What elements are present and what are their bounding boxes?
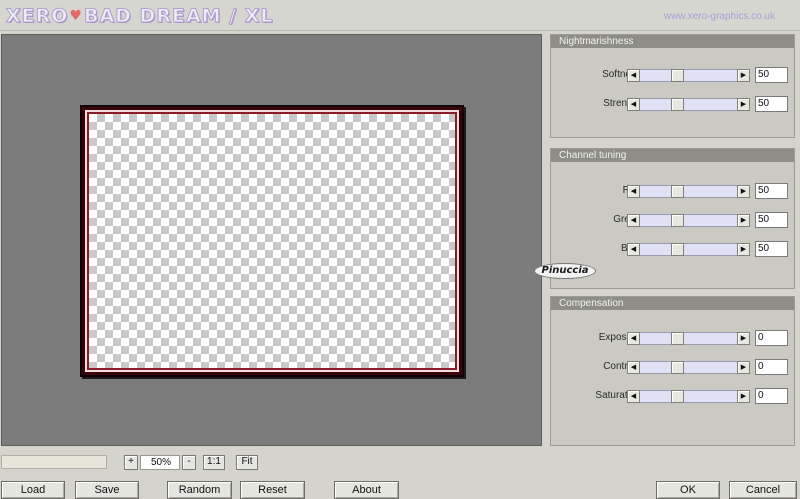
app-logo: XERO♥BAD DREAM / XL <box>5 5 274 28</box>
arrow-right-icon[interactable]: ▶ <box>737 390 750 403</box>
cancel-button[interactable]: Cancel <box>729 481 797 499</box>
param-row-green: Green ◀ ▶ 50 <box>551 212 796 228</box>
param-row-exposure: Exposure ◀ ▶ 0 <box>551 330 796 346</box>
zoom-in-button[interactable]: + <box>124 455 138 470</box>
arrow-left-icon[interactable]: ◀ <box>627 243 640 256</box>
exposure-slider[interactable]: ◀ ▶ <box>627 332 750 345</box>
slider-thumb[interactable] <box>671 214 684 227</box>
blue-slider[interactable]: ◀ ▶ <box>627 243 750 256</box>
slider-thumb[interactable] <box>671 332 684 345</box>
strength-value[interactable]: 50 <box>755 96 788 112</box>
arrow-left-icon[interactable]: ◀ <box>627 390 640 403</box>
arrow-left-icon[interactable]: ◀ <box>627 361 640 374</box>
red-value[interactable]: 50 <box>755 183 788 199</box>
contrast-slider[interactable]: ◀ ▶ <box>627 361 750 374</box>
zoom-out-button[interactable]: - <box>182 455 196 470</box>
green-slider[interactable]: ◀ ▶ <box>627 214 750 227</box>
param-row-softness: Softness ◀ ▶ 50 <box>551 67 796 83</box>
frame-border <box>85 110 459 372</box>
exposure-value[interactable]: 0 <box>755 330 788 346</box>
slider-thumb[interactable] <box>671 361 684 374</box>
arrow-right-icon[interactable]: ▶ <box>737 185 750 198</box>
arrow-right-icon[interactable]: ▶ <box>737 69 750 82</box>
param-row-contrast: Contrast ◀ ▶ 0 <box>551 359 796 375</box>
transparency-checkerboard <box>89 114 455 368</box>
preview-image-frame <box>80 105 464 377</box>
panel-title: Compensation <box>551 297 794 310</box>
saturation-value[interactable]: 0 <box>755 388 788 404</box>
saturation-slider[interactable]: ◀ ▶ <box>627 390 750 403</box>
contrast-value[interactable]: 0 <box>755 359 788 375</box>
green-value[interactable]: 50 <box>755 212 788 228</box>
progress-field <box>1 455 107 469</box>
logo-text-xero: XERO <box>5 5 69 28</box>
arrow-left-icon[interactable]: ◀ <box>627 185 640 198</box>
param-row-saturation: Saturation ◀ ▶ 0 <box>551 388 796 404</box>
slider-thumb[interactable] <box>671 390 684 403</box>
panel-title: Channel tuning <box>551 149 794 162</box>
heart-icon: ♥ <box>69 8 83 24</box>
arrow-left-icon[interactable]: ◀ <box>627 69 640 82</box>
param-row-red: Red ◀ ▶ 50 <box>551 183 796 199</box>
random-button[interactable]: Random <box>167 481 232 499</box>
panel-title: Nightmarishness <box>551 35 794 48</box>
save-button[interactable]: Save <box>75 481 139 499</box>
softness-value[interactable]: 50 <box>755 67 788 83</box>
ok-button[interactable]: OK <box>656 481 720 499</box>
arrow-right-icon[interactable]: ▶ <box>737 332 750 345</box>
arrow-left-icon[interactable]: ◀ <box>627 214 640 227</box>
signature-badge: Pinuccia <box>534 263 596 279</box>
slider-thumb[interactable] <box>671 185 684 198</box>
site-link[interactable]: www.xero-graphics.co.uk <box>664 11 775 22</box>
zoom-level-field[interactable]: 50% <box>140 455 180 470</box>
arrow-right-icon[interactable]: ▶ <box>737 361 750 374</box>
red-slider[interactable]: ◀ ▶ <box>627 185 750 198</box>
panel-compensation: Compensation Exposure ◀ ▶ 0 Contrast ◀ ▶… <box>550 296 795 446</box>
arrow-left-icon[interactable]: ◀ <box>627 332 640 345</box>
about-button[interactable]: About <box>334 481 399 499</box>
reset-button[interactable]: Reset <box>240 481 305 499</box>
slider-thumb[interactable] <box>671 69 684 82</box>
slider-thumb[interactable] <box>671 243 684 256</box>
panel-nightmarishness: Nightmarishness Softness ◀ ▶ 50 Strength… <box>550 34 795 138</box>
softness-slider[interactable]: ◀ ▶ <box>627 69 750 82</box>
zoom-fit-button[interactable]: Fit <box>236 455 258 470</box>
logo-text-bad-dream: BAD DREAM / XL <box>83 5 274 28</box>
arrow-right-icon[interactable]: ▶ <box>737 214 750 227</box>
load-button[interactable]: Load <box>1 481 65 499</box>
param-row-blue: Blue ◀ ▶ 50 <box>551 241 796 257</box>
arrow-left-icon[interactable]: ◀ <box>627 98 640 111</box>
strength-slider[interactable]: ◀ ▶ <box>627 98 750 111</box>
preview-area[interactable] <box>1 34 542 446</box>
header-bar: XERO♥BAD DREAM / XL www.xero-graphics.co… <box>0 0 800 31</box>
arrow-right-icon[interactable]: ▶ <box>737 98 750 111</box>
zoom-actual-size-button[interactable]: 1:1 <box>203 455 225 470</box>
param-row-strength: Strength ◀ ▶ 50 <box>551 96 796 112</box>
blue-value[interactable]: 50 <box>755 241 788 257</box>
arrow-right-icon[interactable]: ▶ <box>737 243 750 256</box>
slider-thumb[interactable] <box>671 98 684 111</box>
